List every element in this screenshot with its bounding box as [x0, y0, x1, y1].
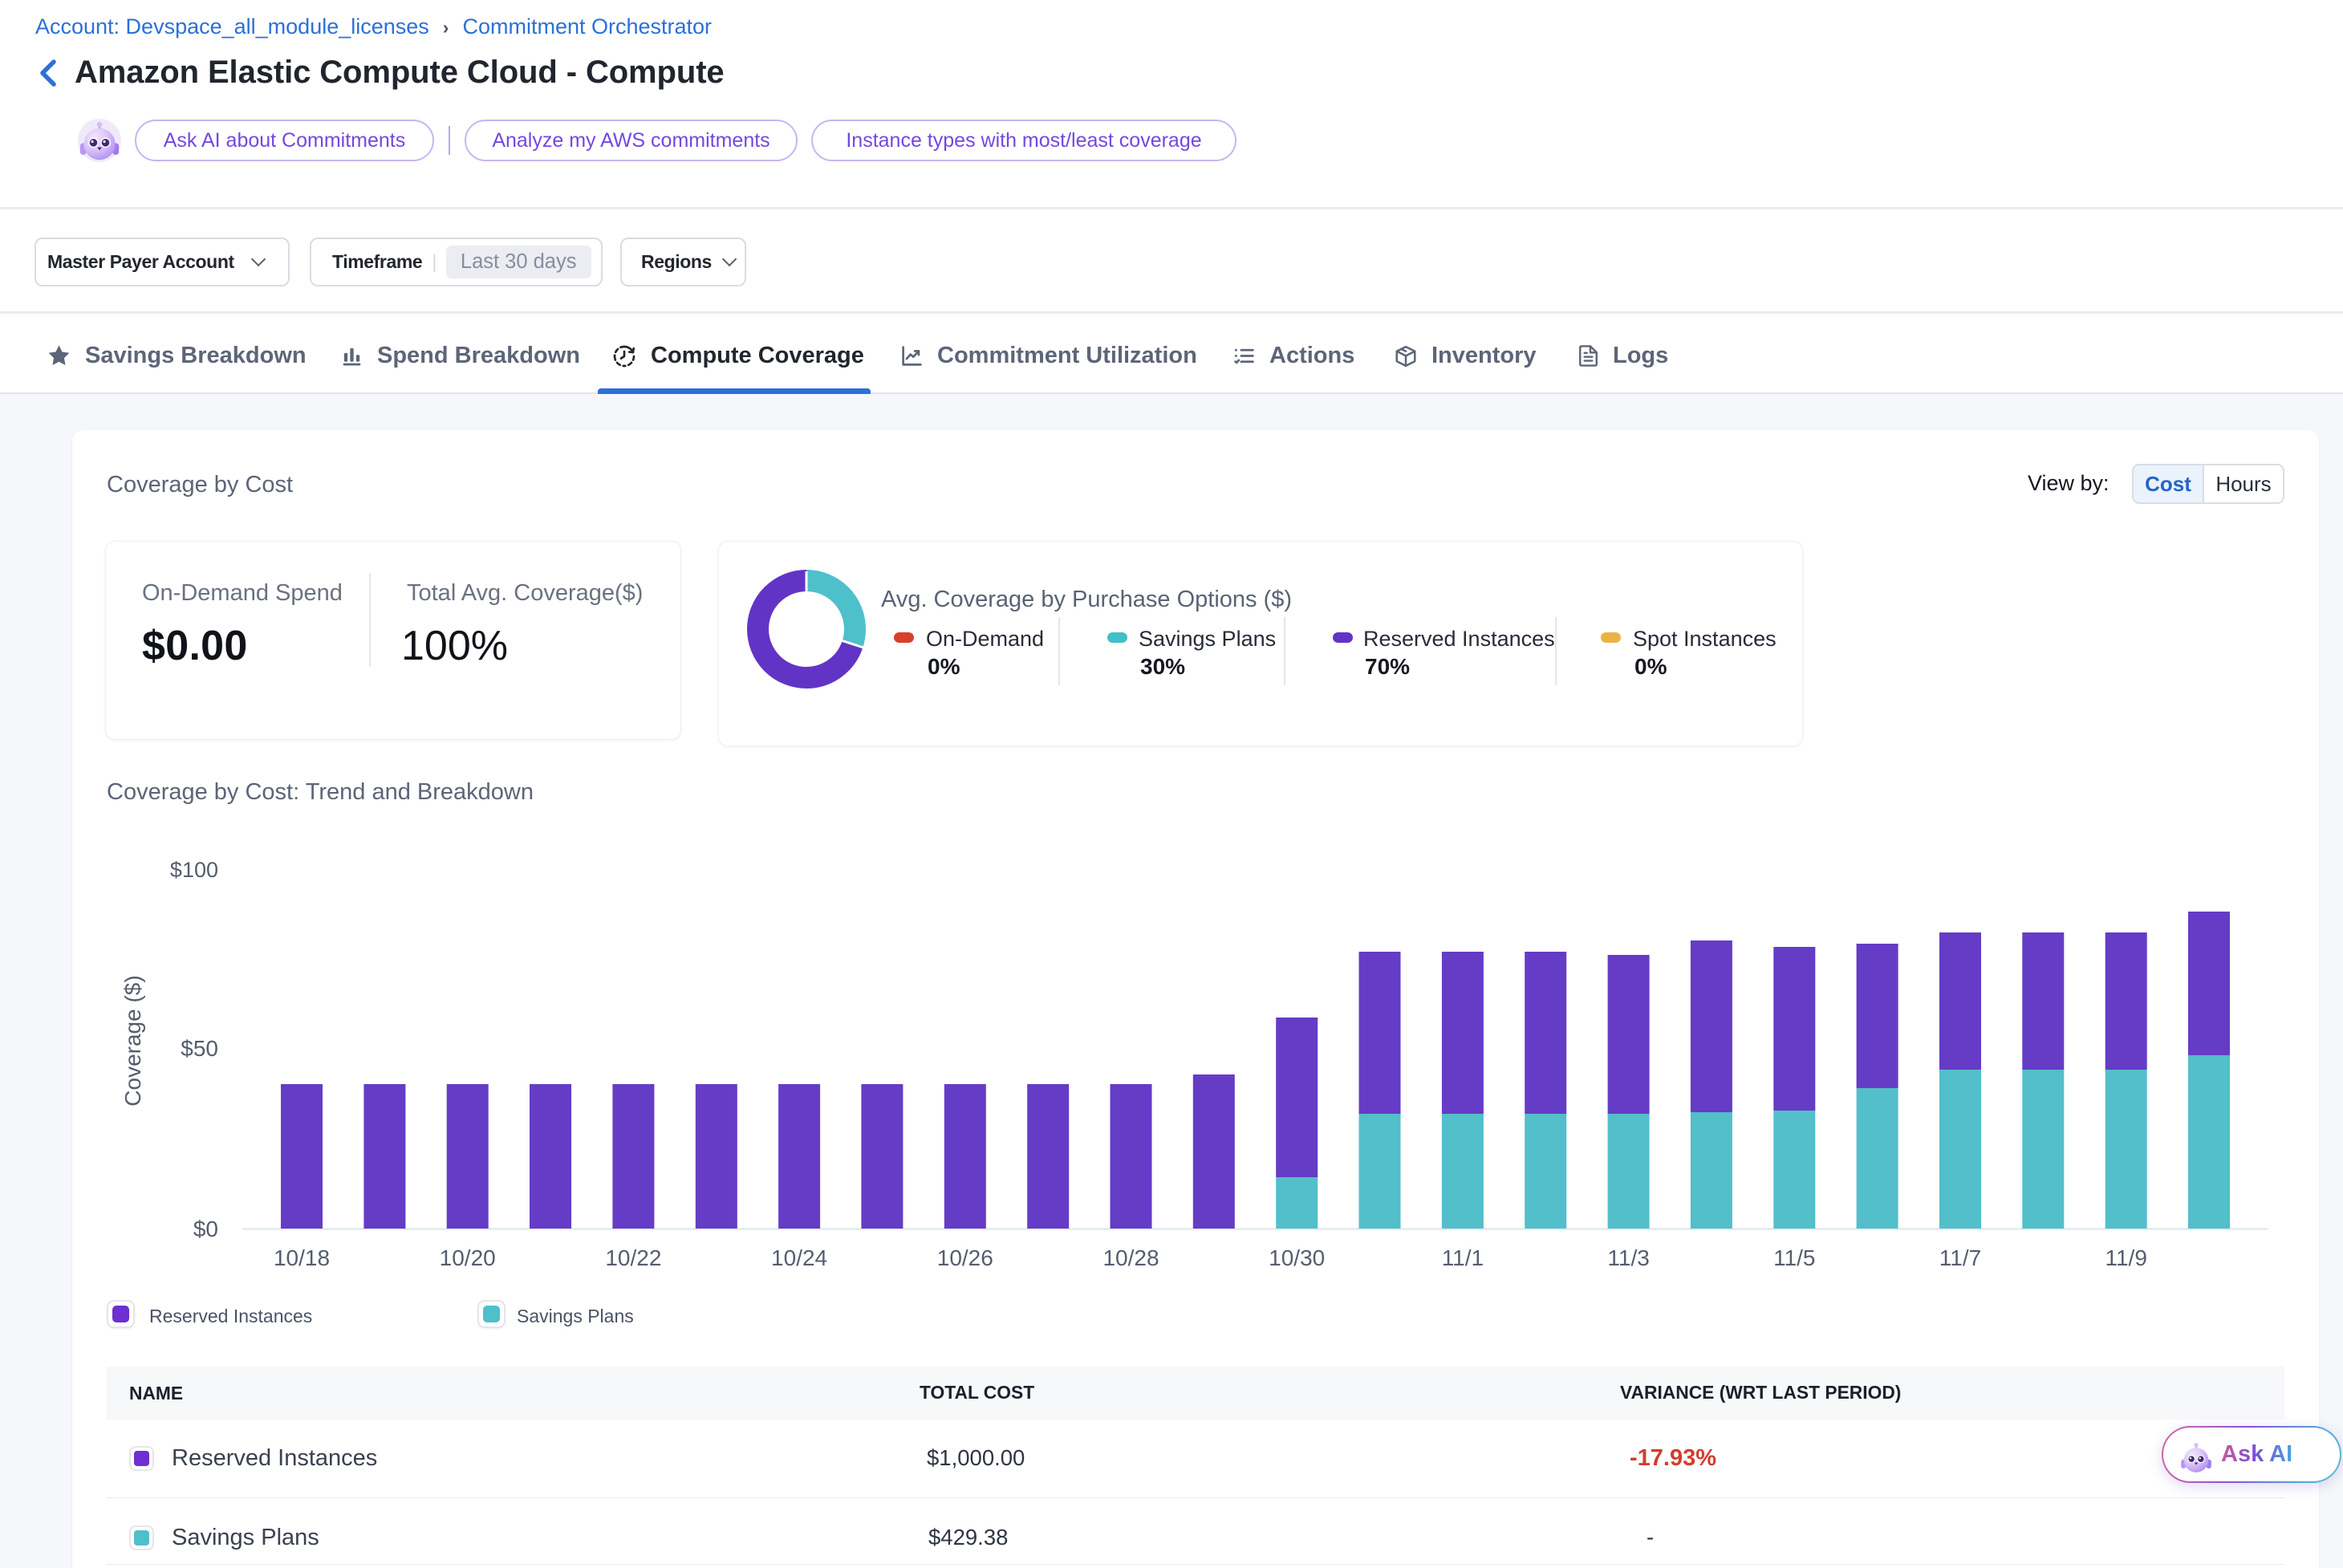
- svg-text:11/1: 11/1: [1442, 1245, 1484, 1270]
- svg-text:10/22: 10/22: [605, 1245, 661, 1270]
- svg-text:10/20: 10/20: [440, 1245, 496, 1270]
- svg-text:$100: $100: [170, 858, 218, 882]
- svg-text:11/7: 11/7: [1939, 1245, 1981, 1270]
- svg-text:11/3: 11/3: [1607, 1245, 1649, 1270]
- svg-text:Coverage ($): Coverage ($): [120, 975, 145, 1106]
- svg-text:10/18: 10/18: [274, 1245, 330, 1270]
- svg-text:10/26: 10/26: [937, 1245, 993, 1270]
- svg-text:$50: $50: [181, 1036, 218, 1061]
- svg-text:10/28: 10/28: [1102, 1245, 1159, 1270]
- svg-text:11/5: 11/5: [1773, 1245, 1815, 1270]
- svg-text:11/9: 11/9: [2105, 1245, 2146, 1270]
- svg-text:10/30: 10/30: [1269, 1245, 1325, 1270]
- svg-text:$0: $0: [193, 1217, 218, 1241]
- svg-text:10/24: 10/24: [771, 1245, 827, 1270]
